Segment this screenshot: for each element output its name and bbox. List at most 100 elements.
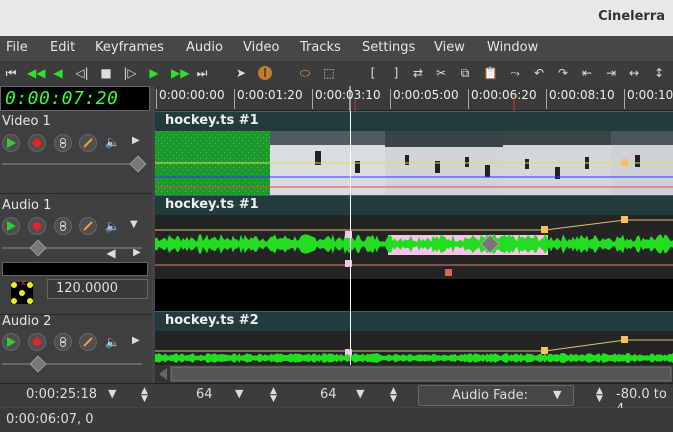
menu-audio[interactable]: Audio xyxy=(186,40,223,55)
menu-view[interactable]: View xyxy=(434,40,465,55)
range-stepper-icon[interactable]: ▲ ▼ xyxy=(596,387,603,404)
expand-arrow-icon[interactable]: ▶ xyxy=(132,335,140,346)
track-name-video-1: Video 1 xyxy=(2,114,51,129)
automation-type-label: Audio Fade: xyxy=(452,388,528,403)
menu-window[interactable]: Window xyxy=(487,40,538,55)
sample-zoom-stepper-icon[interactable]: ▲ ▼ xyxy=(270,387,277,404)
expand-arrow-icon[interactable]: ▶ xyxy=(132,135,140,146)
menu-tracks[interactable]: Tracks xyxy=(300,40,341,55)
draw-toggle[interactable] xyxy=(79,333,97,351)
menu-keyframes[interactable]: Keyframes xyxy=(95,40,164,55)
in-point-icon[interactable]: [ xyxy=(366,66,380,80)
splice-icon[interactable]: ⇄ xyxy=(411,66,425,80)
menu-edit[interactable]: Edit xyxy=(50,40,75,55)
play-track-toggle[interactable] xyxy=(2,333,20,351)
audio-2-waveform xyxy=(155,331,673,365)
collapse-arrow-icon[interactable]: ▼ xyxy=(130,219,138,230)
ibeam-tool-icon[interactable]: I xyxy=(258,66,272,80)
play-track-toggle[interactable] xyxy=(2,217,20,235)
speaker-icon[interactable]: 🔈 xyxy=(105,335,120,349)
edit-title-text: hockey.ts #1 xyxy=(165,113,259,128)
automation-empty-area xyxy=(155,279,673,311)
speaker-icon[interactable]: 🔈 xyxy=(105,219,120,233)
timebar-ruler[interactable]: 0:00:00:00 0:00:01:20 0:00:03:10 0:00:05… xyxy=(155,86,673,111)
fit-autos-icon[interactable]: ⇥ xyxy=(604,66,618,80)
reverse-play-icon[interactable]: ◀ xyxy=(51,66,65,80)
track-name-audio-1: Audio 1 xyxy=(2,198,52,213)
amp-zoom-stepper-icon[interactable]: ▲ ▼ xyxy=(390,387,397,404)
edit-title-text: hockey.ts #1 xyxy=(165,197,259,212)
zoom-dropdown-icon[interactable]: ▼ xyxy=(108,387,116,400)
fade-slider-knob[interactable] xyxy=(29,239,47,257)
fade-slider-track xyxy=(2,363,142,365)
speaker-icon[interactable]: 🔈 xyxy=(105,135,120,149)
automation-type-dropdown-icon: ▼ xyxy=(553,388,562,401)
out-point-icon[interactable]: ] xyxy=(389,66,403,80)
toggle-label-icon[interactable]: ⬚ xyxy=(322,66,336,80)
rewind-to-start-icon[interactable]: ⏮ xyxy=(4,66,18,80)
copy-icon[interactable]: ⧉ xyxy=(458,66,472,80)
play-track-toggle[interactable] xyxy=(2,134,20,152)
label-icon[interactable]: ⬭ xyxy=(298,66,312,80)
pan-value-field[interactable]: 120.0000 xyxy=(47,279,148,299)
position-status: 0:00:06:07, 0 xyxy=(6,412,94,427)
draw-toggle[interactable] xyxy=(79,217,97,235)
timeline-canvas[interactable]: hockey.ts #1 hockey.ts #1 hockey.ts #2 xyxy=(155,111,673,383)
overwrite-icon[interactable]: ⤳ xyxy=(508,66,522,80)
record-track-toggle[interactable] xyxy=(28,217,46,235)
track-patchbay: Video 1 ◀ ▶ Audio 1 x 120.0000 Audio 2 xyxy=(0,111,152,383)
edit-title-text: hockey.ts #2 xyxy=(165,313,259,328)
expand-icon[interactable]: ↔ xyxy=(627,66,641,80)
track-separator xyxy=(0,193,152,194)
gang-toggle[interactable] xyxy=(54,333,72,351)
record-track-toggle[interactable] xyxy=(28,333,46,351)
pan-icon[interactable]: x xyxy=(8,278,36,307)
arrow-tool-icon[interactable]: ➤ xyxy=(234,66,248,80)
fast-forward-icon[interactable]: ▶▶ xyxy=(171,66,189,80)
fade-slider-knob[interactable] xyxy=(29,355,47,373)
zoom-stepper-icon[interactable]: ▲ ▼ xyxy=(141,387,148,404)
status-footer: 0:00:06:07, 0 xyxy=(0,408,673,432)
play-icon[interactable]: ▶ xyxy=(147,66,161,80)
amp-zoom: 64 xyxy=(320,387,337,402)
amp-zoom-dropdown-icon[interactable]: ▼ xyxy=(356,387,364,400)
fade-slider-knob[interactable] xyxy=(129,155,147,173)
redo-icon[interactable]: ↷ xyxy=(556,66,570,80)
horizontal-scrollbar[interactable] xyxy=(155,365,673,383)
clock-time: 0:00:07:20 xyxy=(5,88,119,109)
undo-icon[interactable]: ↶ xyxy=(532,66,546,80)
gang-toggle[interactable] xyxy=(54,134,72,152)
svg-text:x: x xyxy=(21,279,26,287)
menu-file[interactable]: File xyxy=(6,40,28,55)
fade-slider-track xyxy=(2,247,142,249)
fit-selection-icon[interactable]: ⇤ xyxy=(580,66,594,80)
sample-zoom: 64 xyxy=(196,387,213,402)
frame-forward-icon[interactable]: |▷ xyxy=(123,66,137,80)
sample-zoom-dropdown-icon[interactable]: ▼ xyxy=(235,387,243,400)
cut-icon[interactable]: ✂ xyxy=(434,66,448,80)
pan-value: 120.0000 xyxy=(56,281,119,296)
audio-1-waveform xyxy=(155,215,673,279)
fast-reverse-icon[interactable]: ◀◀ xyxy=(27,66,45,80)
window-title: Cinelerra xyxy=(598,9,665,24)
menu-bar: File Edit Keyframes Audio Video Tracks S… xyxy=(0,37,673,61)
zoom-bar: 0:00:25:18 ▼ ▲ ▼ 64 ▼ ▲ ▼ 64 ▼ ▲ ▼ Audio Fa… xyxy=(0,383,673,417)
paste-icon[interactable]: 📋 xyxy=(483,66,498,80)
draw-toggle[interactable] xyxy=(79,134,97,152)
gang-toggle[interactable] xyxy=(54,217,72,235)
zoom-time: 0:00:25:18 xyxy=(26,387,98,402)
stop-icon[interactable]: ■ xyxy=(99,66,113,80)
jump-to-end-icon[interactable]: ⏭ xyxy=(195,66,209,80)
vertical-expand-icon[interactable]: ↕ xyxy=(652,66,666,80)
menu-video[interactable]: Video xyxy=(243,40,279,55)
automation-type-select[interactable]: Audio Fade: ▼ xyxy=(418,385,574,406)
edit-title-video-1[interactable]: hockey.ts #1 xyxy=(155,111,673,131)
main-clock: 0:00:07:20 xyxy=(0,86,150,111)
ruler-markers xyxy=(349,86,515,111)
menu-settings[interactable]: Settings xyxy=(362,40,415,55)
transport-toolbar: ⏮ ◀◀ ◀ ◁| ■ |▷ ▶ ▶▶ ⏭ ➤ I ⬭ ⬚ [ ] ⇄ ✂ ⧉ … xyxy=(0,61,673,86)
frame-back-icon[interactable]: ◁| xyxy=(75,66,89,80)
record-track-toggle[interactable] xyxy=(28,134,46,152)
edit-title-audio-2[interactable]: hockey.ts #2 xyxy=(155,311,673,331)
edit-title-audio-1[interactable]: hockey.ts #1 xyxy=(155,195,673,215)
